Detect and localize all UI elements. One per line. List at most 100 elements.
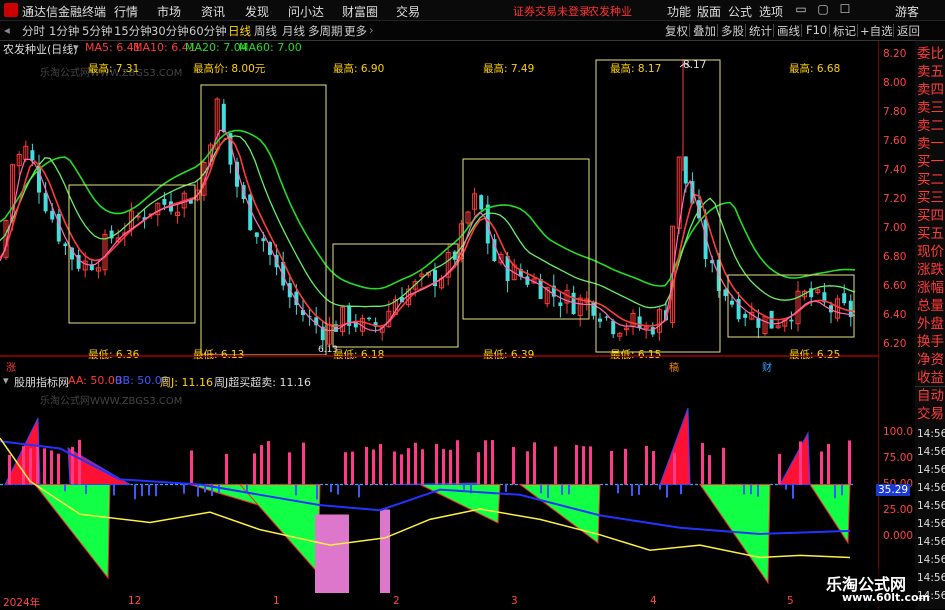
range-box bbox=[462, 158, 590, 320]
restore-icon[interactable]: ▢ bbox=[815, 2, 831, 17]
sidebar-label[interactable]: 净资 bbox=[917, 351, 944, 369]
indicator-bar bbox=[295, 484, 297, 496]
btn-adjust[interactable]: 复权 bbox=[665, 23, 688, 39]
login-warning[interactable]: 证券交易未登录 bbox=[513, 3, 590, 19]
candle-body bbox=[789, 319, 794, 322]
sidebar-label[interactable]: 买二 bbox=[917, 171, 944, 189]
indicator-bar bbox=[351, 451, 354, 485]
menu-market[interactable]: 市场 bbox=[157, 3, 181, 20]
btn-multi-stock[interactable]: 多股 bbox=[721, 23, 744, 39]
btn-overlay[interactable]: 叠加 bbox=[693, 23, 716, 39]
dropdown-icon[interactable]: ▾ bbox=[3, 374, 9, 387]
sidebar-label[interactable]: 现价 bbox=[917, 243, 944, 261]
sidebar-label[interactable]: 买三 bbox=[917, 189, 944, 207]
menu-formula[interactable]: 公式 bbox=[728, 3, 752, 20]
annotation-high: 最高: 6.90 bbox=[333, 63, 385, 75]
indicator-bar bbox=[750, 484, 752, 495]
finance-tag: 财 bbox=[762, 363, 772, 374]
time-label: 14:56 bbox=[917, 464, 945, 476]
indicator-bar bbox=[8, 454, 11, 485]
menu-trade[interactable]: 交易 bbox=[396, 3, 420, 20]
minimize-icon[interactable]: ▭ bbox=[793, 2, 809, 17]
sidebar-label[interactable]: 涨幅 bbox=[917, 279, 944, 297]
menu-news[interactable]: 资讯 bbox=[201, 3, 225, 20]
menu-function[interactable]: 功能 bbox=[667, 3, 691, 20]
toolbar-arrow-icon[interactable]: ◂ bbox=[4, 23, 10, 37]
user-guest[interactable]: 游客 bbox=[895, 3, 919, 20]
menu-wealth[interactable]: 财富圈 bbox=[342, 3, 378, 20]
period-monthly[interactable]: 月线 bbox=[282, 23, 305, 39]
sidebar-label[interactable]: 卖五 bbox=[917, 63, 944, 81]
sidebar-label[interactable]: 买一 bbox=[917, 153, 944, 171]
candle-body bbox=[30, 150, 35, 161]
sidebar-label[interactable]: 收益 bbox=[917, 369, 944, 387]
sidebar-label[interactable]: 卖一 bbox=[917, 135, 944, 153]
indicator-bar bbox=[505, 484, 507, 492]
btn-back[interactable]: 返回 bbox=[897, 23, 920, 39]
sidebar-label[interactable]: 买五 bbox=[917, 225, 944, 243]
indicator-bar bbox=[183, 484, 185, 494]
menu-options[interactable]: 选项 bbox=[759, 3, 783, 20]
indicator-bar bbox=[449, 449, 452, 485]
btn-draw-line[interactable]: 画线 bbox=[777, 23, 800, 39]
maximize-icon[interactable]: ☐ bbox=[837, 2, 853, 17]
indicator-block bbox=[380, 509, 390, 593]
indicator-chart[interactable] bbox=[0, 388, 878, 593]
sidebar-label[interactable]: 卖二 bbox=[917, 117, 944, 135]
stock-name-title: 农发种业 bbox=[588, 5, 632, 18]
y-tick: 7.80 bbox=[883, 106, 907, 118]
auto-trade-label[interactable]: 交易 bbox=[917, 405, 944, 423]
indicator-bar bbox=[757, 484, 759, 497]
menu-quotes[interactable]: 行情 bbox=[114, 3, 138, 20]
candle-body bbox=[162, 199, 167, 205]
sidebar-label[interactable]: 换手 bbox=[917, 333, 944, 351]
price-chart[interactable]: 乐淘公式网WWW.ZBGS3.COM 最高: 7.31 最高价: 8.00元 最… bbox=[0, 55, 878, 374]
sidebar-label[interactable]: 外盘 bbox=[917, 315, 944, 333]
time-label: 14:56 bbox=[917, 554, 945, 566]
sidebar-label[interactable]: 卖三 bbox=[917, 99, 944, 117]
annotation-high: 最高价: 8.00元 bbox=[193, 63, 266, 75]
candle-body bbox=[604, 316, 609, 318]
menu-layout[interactable]: 版面 bbox=[697, 3, 721, 20]
period-60min[interactable]: 60分钟 bbox=[189, 23, 227, 39]
indicator-bar bbox=[673, 452, 676, 485]
menu-ask[interactable]: 问小达 bbox=[288, 3, 324, 20]
sidebar-label[interactable]: 委比 bbox=[917, 45, 944, 63]
range-box bbox=[68, 184, 196, 324]
indicator-legend: ▾ 股朋指标网 AA: 50.00 BB: 50.00 周J: 11.16 周J… bbox=[0, 374, 880, 389]
sidebar-label[interactable]: 卖四 bbox=[917, 81, 944, 99]
period-30min[interactable]: 30分钟 bbox=[151, 23, 189, 39]
divider bbox=[717, 24, 718, 37]
candle-body bbox=[558, 302, 563, 306]
period-5min[interactable]: 5分钟 bbox=[82, 23, 112, 39]
period-1min[interactable]: 1分钟 bbox=[49, 23, 79, 39]
rise-tag: 涨 bbox=[6, 363, 16, 374]
indicator-bar bbox=[358, 484, 360, 498]
sidebar-label[interactable]: 涨跌 bbox=[917, 261, 944, 279]
period-15min[interactable]: 15分钟 bbox=[114, 23, 152, 39]
period-weekly[interactable]: 周线 bbox=[254, 23, 277, 39]
sidebar-label[interactable]: 总量 bbox=[917, 297, 944, 315]
indicator-bar bbox=[407, 448, 410, 485]
chevron-right-icon[interactable]: › bbox=[369, 23, 374, 37]
period-daily[interactable]: 日线 bbox=[228, 23, 251, 39]
indicator-bar bbox=[330, 484, 332, 493]
ma60-value: MA60: 7.00 bbox=[239, 41, 302, 54]
indicator-bar bbox=[638, 484, 640, 495]
auto-trade-label[interactable]: 自动 bbox=[917, 387, 944, 405]
y-tick: 8.20 bbox=[883, 48, 907, 60]
btn-add-watchlist[interactable]: +自选 bbox=[860, 23, 893, 39]
period-more[interactable]: 更多 bbox=[344, 23, 367, 39]
btn-stats[interactable]: 统计 bbox=[749, 23, 772, 39]
period-tick[interactable]: 分时 bbox=[22, 23, 45, 39]
sidebar-label[interactable]: 买四 bbox=[917, 207, 944, 225]
x-tick: 3 bbox=[511, 595, 518, 607]
period-multi[interactable]: 多周期 bbox=[308, 23, 343, 39]
menu-discover[interactable]: 发现 bbox=[245, 3, 269, 20]
indicator-bar bbox=[85, 484, 87, 495]
y-tick: 6.20 bbox=[883, 338, 907, 350]
indicator-bar bbox=[561, 484, 563, 495]
btn-mark[interactable]: 标记 bbox=[833, 23, 856, 39]
dropdown-icon[interactable]: ▾ bbox=[73, 41, 79, 54]
btn-f10[interactable]: F10 bbox=[806, 23, 827, 37]
